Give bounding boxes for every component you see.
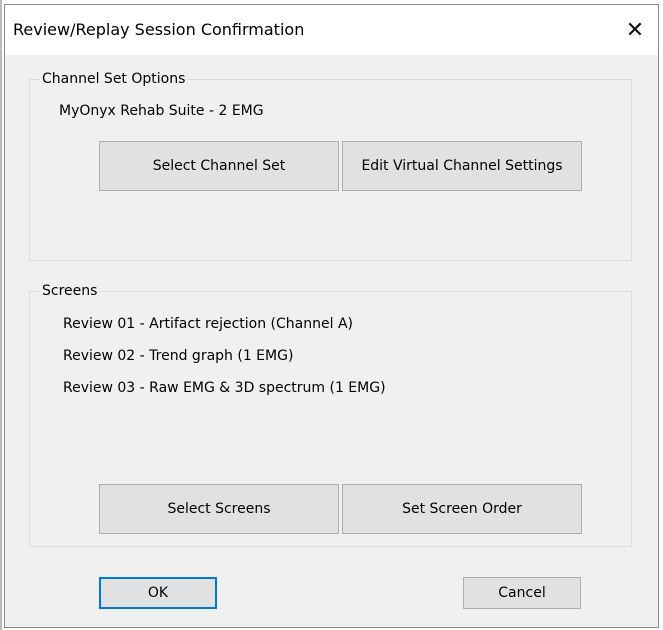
title-bar: Review/Replay Session Confirmation ✕: [5, 5, 658, 55]
channel-set-options-group: Channel Set Options MyOnyx Rehab Suite -…: [29, 70, 632, 261]
screen-list-item: Review 01 - Artifact rejection (Channel …: [63, 316, 353, 332]
edit-virtual-channel-settings-button[interactable]: Edit Virtual Channel Settings: [342, 141, 582, 191]
channel-set-options-label: Channel Set Options: [40, 70, 188, 88]
screens-group: Screens Review 01 - Artifact rejection (…: [29, 282, 632, 547]
background-window-edge: [0, 0, 2, 630]
select-channel-set-button[interactable]: Select Channel Set: [99, 141, 339, 191]
screens-label: Screens: [40, 282, 100, 300]
close-icon: ✕: [625, 17, 645, 43]
select-screens-button[interactable]: Select Screens: [99, 484, 339, 534]
dialog-title: Review/Replay Session Confirmation: [13, 20, 305, 39]
ok-button[interactable]: OK: [99, 577, 217, 609]
cancel-button[interactable]: Cancel: [463, 577, 581, 609]
session-confirmation-dialog: Review/Replay Session Confirmation ✕ Cha…: [4, 4, 659, 628]
screen-list-item: Review 03 - Raw EMG & 3D spectrum (1 EMG…: [63, 380, 386, 396]
screen-list-item: Review 02 - Trend graph (1 EMG): [63, 348, 294, 364]
close-button[interactable]: ✕: [612, 5, 658, 55]
set-screen-order-button[interactable]: Set Screen Order: [342, 484, 582, 534]
current-channel-set: MyOnyx Rehab Suite - 2 EMG: [59, 103, 264, 119]
